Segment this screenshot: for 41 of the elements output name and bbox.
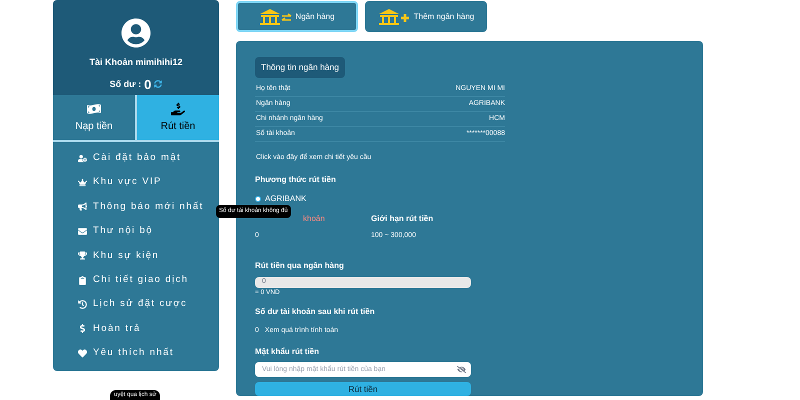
megaphone-icon xyxy=(78,202,87,212)
menu-item[interactable]: Khu vực VIP xyxy=(53,170,219,195)
trophy-icon xyxy=(78,251,87,260)
action-button[interactable]: Nạp tiền xyxy=(53,95,135,140)
eye-slash-icon[interactable] xyxy=(457,365,466,374)
balance-value: 0 xyxy=(144,76,152,94)
user-avatar-icon xyxy=(121,18,151,48)
action-button[interactable]: Rút tiền xyxy=(137,95,219,140)
balance-column-label: khoản xyxy=(303,213,326,226)
user-gear-icon xyxy=(78,154,87,163)
history-icon xyxy=(78,300,87,310)
menu-item[interactable]: Thư nội bộ xyxy=(53,219,219,244)
amount-title: Rút tiền qua ngân hàng xyxy=(255,260,345,272)
envelope-icon xyxy=(78,226,87,236)
crown-icon xyxy=(78,178,87,188)
account-name: Tài Khoản mimihihi12 xyxy=(89,56,182,69)
menu-item[interactable]: Cài đặt bảo mật xyxy=(53,146,219,170)
balance-label: Số dư : xyxy=(110,78,142,90)
clipboard-icon xyxy=(78,276,87,285)
hand-dollar-icon xyxy=(171,102,185,116)
heart-icon xyxy=(78,348,87,358)
bank-exchange-icon xyxy=(259,8,294,26)
menu-item[interactable]: Chi tiết giao dịch xyxy=(53,268,219,292)
menu-item[interactable]: Khu sự kiện xyxy=(53,244,219,268)
menu-item[interactable]: Yêu thích nhất xyxy=(53,341,219,366)
withdraw-button[interactable]: Rút tiền xyxy=(255,382,471,396)
menu-item[interactable]: Hoàn trả xyxy=(53,316,219,342)
limit-label: Giới hạn rút tiền xyxy=(371,213,434,226)
method-title: Phương thức rút tiền xyxy=(255,174,337,186)
menu-item[interactable]: Lịch sử đặt cược xyxy=(53,292,219,317)
section-title: Thông tin ngân hàng xyxy=(255,57,345,78)
bank-tab[interactable]: Thêm ngân hàng xyxy=(365,1,487,32)
dollar-coin-icon xyxy=(78,324,87,334)
password-title: Mật khẩu rút tiền xyxy=(255,346,320,358)
refresh-icon[interactable] xyxy=(154,80,162,88)
bank-tab[interactable]: Ngân hàng xyxy=(236,1,358,32)
menu-item[interactable]: Thông báo mới nhất xyxy=(53,194,219,220)
method-radio[interactable]: AGRIBANK xyxy=(255,193,306,206)
after-title: Số dư tài khoản sau khi rút tiền xyxy=(255,306,376,318)
bank-plus-icon xyxy=(378,8,412,26)
money-icon xyxy=(87,102,101,116)
